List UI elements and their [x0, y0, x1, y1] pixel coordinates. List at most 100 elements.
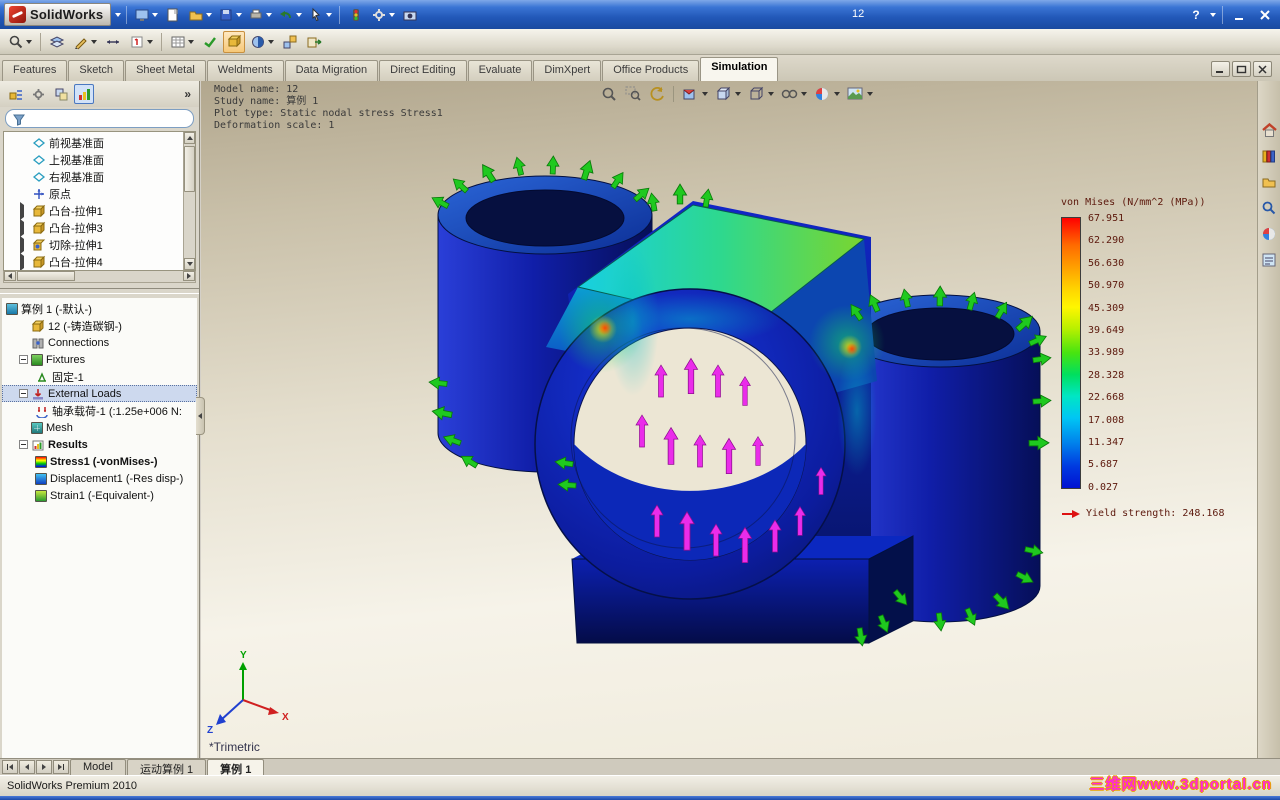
next-tab-button[interactable]	[36, 760, 52, 774]
collapse-box-icon[interactable]	[19, 440, 28, 449]
tree-filter-input[interactable]	[5, 109, 194, 128]
propertymanager-tab[interactable]	[28, 84, 48, 104]
feature-tree-hscrollbar[interactable]	[3, 271, 196, 283]
close-window-button[interactable]	[1254, 4, 1276, 26]
legend-value: 22.668	[1088, 392, 1125, 404]
collapse-box-icon[interactable]	[19, 355, 28, 364]
feature-tree-item[interactable]: 右视基准面	[6, 168, 181, 185]
rebuild-button[interactable]	[345, 4, 367, 26]
study-strain-plot-item[interactable]: Strain1 (-Equivalent-)	[2, 487, 197, 504]
study-part-item[interactable]: 12 (-铸造碳钢-)	[2, 317, 197, 334]
legend-value: 0.027	[1088, 481, 1119, 493]
feature-tree-item[interactable]: 切除-拉伸1	[6, 235, 181, 254]
tab-data-migration[interactable]: Data Migration	[284, 60, 379, 81]
tab-evaluate[interactable]: Evaluate	[467, 60, 533, 81]
solidworks-menu-button[interactable]: SolidWorks	[4, 3, 112, 26]
panel-collapse-handle[interactable]	[196, 397, 205, 435]
scrollbar-thumb[interactable]	[184, 146, 195, 192]
last-tab-button[interactable]	[53, 760, 69, 774]
tab-model[interactable]: Model	[70, 759, 126, 775]
smart-dimension-button[interactable]	[102, 31, 124, 53]
search-pane-icon[interactable]	[1260, 199, 1278, 217]
file-explorer-icon[interactable]	[1260, 173, 1278, 191]
tab-weldments[interactable]: Weldments	[206, 60, 284, 81]
doc-close-button[interactable]	[1253, 61, 1272, 77]
feature-tree-item[interactable]: 上视基准面	[6, 151, 181, 168]
instant3d-button[interactable]	[279, 31, 301, 53]
tab-sketch[interactable]: Sketch	[68, 60, 125, 81]
screen-capture-button[interactable]	[399, 4, 421, 26]
study-stress-plot-item[interactable]: Stress1 (-vonMises-)	[2, 453, 197, 470]
panel-overflow-button[interactable]: »	[181, 87, 194, 101]
tab-simulation[interactable]: Simulation	[700, 57, 779, 81]
select-arrow-button[interactable]	[306, 4, 334, 26]
study-connections-item[interactable]: Connections	[2, 334, 197, 351]
minimize-window-button[interactable]	[1229, 4, 1251, 26]
tab-simulation-study[interactable]: 算例 1	[207, 759, 265, 776]
scroll-left-icon[interactable]	[4, 271, 16, 281]
expand-arrow-icon[interactable]	[20, 252, 24, 270]
window-layout-button[interactable]	[132, 4, 160, 26]
custom-properties-icon[interactable]	[1260, 251, 1278, 269]
tab-sheet-metal[interactable]: Sheet Metal	[125, 60, 206, 81]
appearances-icon[interactable]	[1260, 225, 1278, 243]
doc-minimize-button[interactable]	[1211, 61, 1230, 77]
study-external-loads-item[interactable]: External Loads	[2, 385, 197, 402]
check-sketch-button[interactable]	[199, 31, 221, 53]
study-displacement-plot-item[interactable]: Displacement1 (-Res disp-)	[2, 470, 197, 487]
active-tool-button[interactable]	[223, 30, 245, 53]
dimension-number-button[interactable]	[126, 31, 156, 53]
feature-tree-vscrollbar[interactable]	[183, 132, 195, 270]
study-fixtures-item[interactable]: Fixtures	[2, 351, 197, 368]
study-fixed-item[interactable]: 固定-1	[2, 368, 197, 385]
scrollbar-thumb[interactable]	[17, 271, 75, 281]
open-document-button[interactable]	[186, 4, 214, 26]
help-button[interactable]: ?	[1187, 8, 1205, 22]
layers-button[interactable]	[46, 31, 68, 53]
menu-expand-arrow-icon[interactable]	[115, 12, 122, 17]
first-tab-button[interactable]	[2, 760, 18, 774]
tab-direct-editing[interactable]: Direct Editing	[379, 60, 467, 81]
tab-features[interactable]: Features	[2, 60, 68, 81]
legend-value: 45.309	[1088, 302, 1125, 314]
feature-tree-item[interactable]: 凸台-拉伸4	[6, 252, 181, 270]
options-button[interactable]	[369, 4, 397, 26]
print-button[interactable]	[246, 4, 274, 26]
search-button[interactable]	[5, 31, 35, 53]
prev-tab-button[interactable]	[19, 760, 35, 774]
feature-tree-item[interactable]: 前视基准面	[6, 134, 181, 151]
section-tool-button[interactable]	[247, 31, 277, 53]
table-button[interactable]	[167, 31, 197, 53]
simulation-study-tab[interactable]	[74, 84, 94, 104]
study-mesh-item[interactable]: Mesh	[2, 419, 197, 436]
scroll-up-icon[interactable]	[184, 132, 195, 144]
expand-arrow-icon[interactable]	[20, 235, 24, 254]
undo-button[interactable]	[276, 4, 304, 26]
graphics-area[interactable]: Model name: 12 Study name: 算例 1 Plot typ…	[201, 81, 1257, 758]
feature-tree-item[interactable]: 凸台-拉伸3	[6, 218, 181, 237]
expand-arrow-icon[interactable]	[20, 201, 24, 220]
tab-office-products[interactable]: Office Products	[602, 60, 700, 81]
new-document-button[interactable]	[162, 4, 184, 26]
save-button[interactable]	[216, 4, 244, 26]
design-library-icon[interactable]	[1260, 147, 1278, 165]
scroll-right-icon[interactable]	[183, 271, 195, 281]
help-dropdown-icon[interactable]	[1210, 12, 1216, 17]
scroll-down-icon[interactable]	[184, 258, 195, 270]
collapse-box-icon[interactable]	[19, 389, 28, 398]
feature-tree-item[interactable]: 原点	[6, 185, 181, 202]
configurationmanager-tab[interactable]	[51, 84, 71, 104]
study-root-item[interactable]: 算例 1 (-默认-)	[2, 300, 197, 317]
expand-arrow-icon[interactable]	[20, 218, 24, 237]
doc-restore-button[interactable]	[1232, 61, 1251, 77]
study-results-item[interactable]: Results	[2, 436, 197, 453]
solidworks-resources-icon[interactable]	[1260, 121, 1278, 139]
feature-tree-item[interactable]: 凸台-拉伸1	[6, 201, 181, 220]
tab-motion-study[interactable]: 运动算例 1	[126, 759, 207, 776]
featuremanager-tree-tab[interactable]	[5, 84, 25, 104]
export-button[interactable]	[303, 31, 325, 53]
study-bearing-load-item[interactable]: 轴承载荷-1 (:1.25e+006 N:	[2, 402, 197, 419]
tab-dimxpert[interactable]: DimXpert	[533, 60, 602, 81]
sketch-button[interactable]	[70, 31, 100, 53]
panel-splitter[interactable]	[0, 288, 199, 294]
